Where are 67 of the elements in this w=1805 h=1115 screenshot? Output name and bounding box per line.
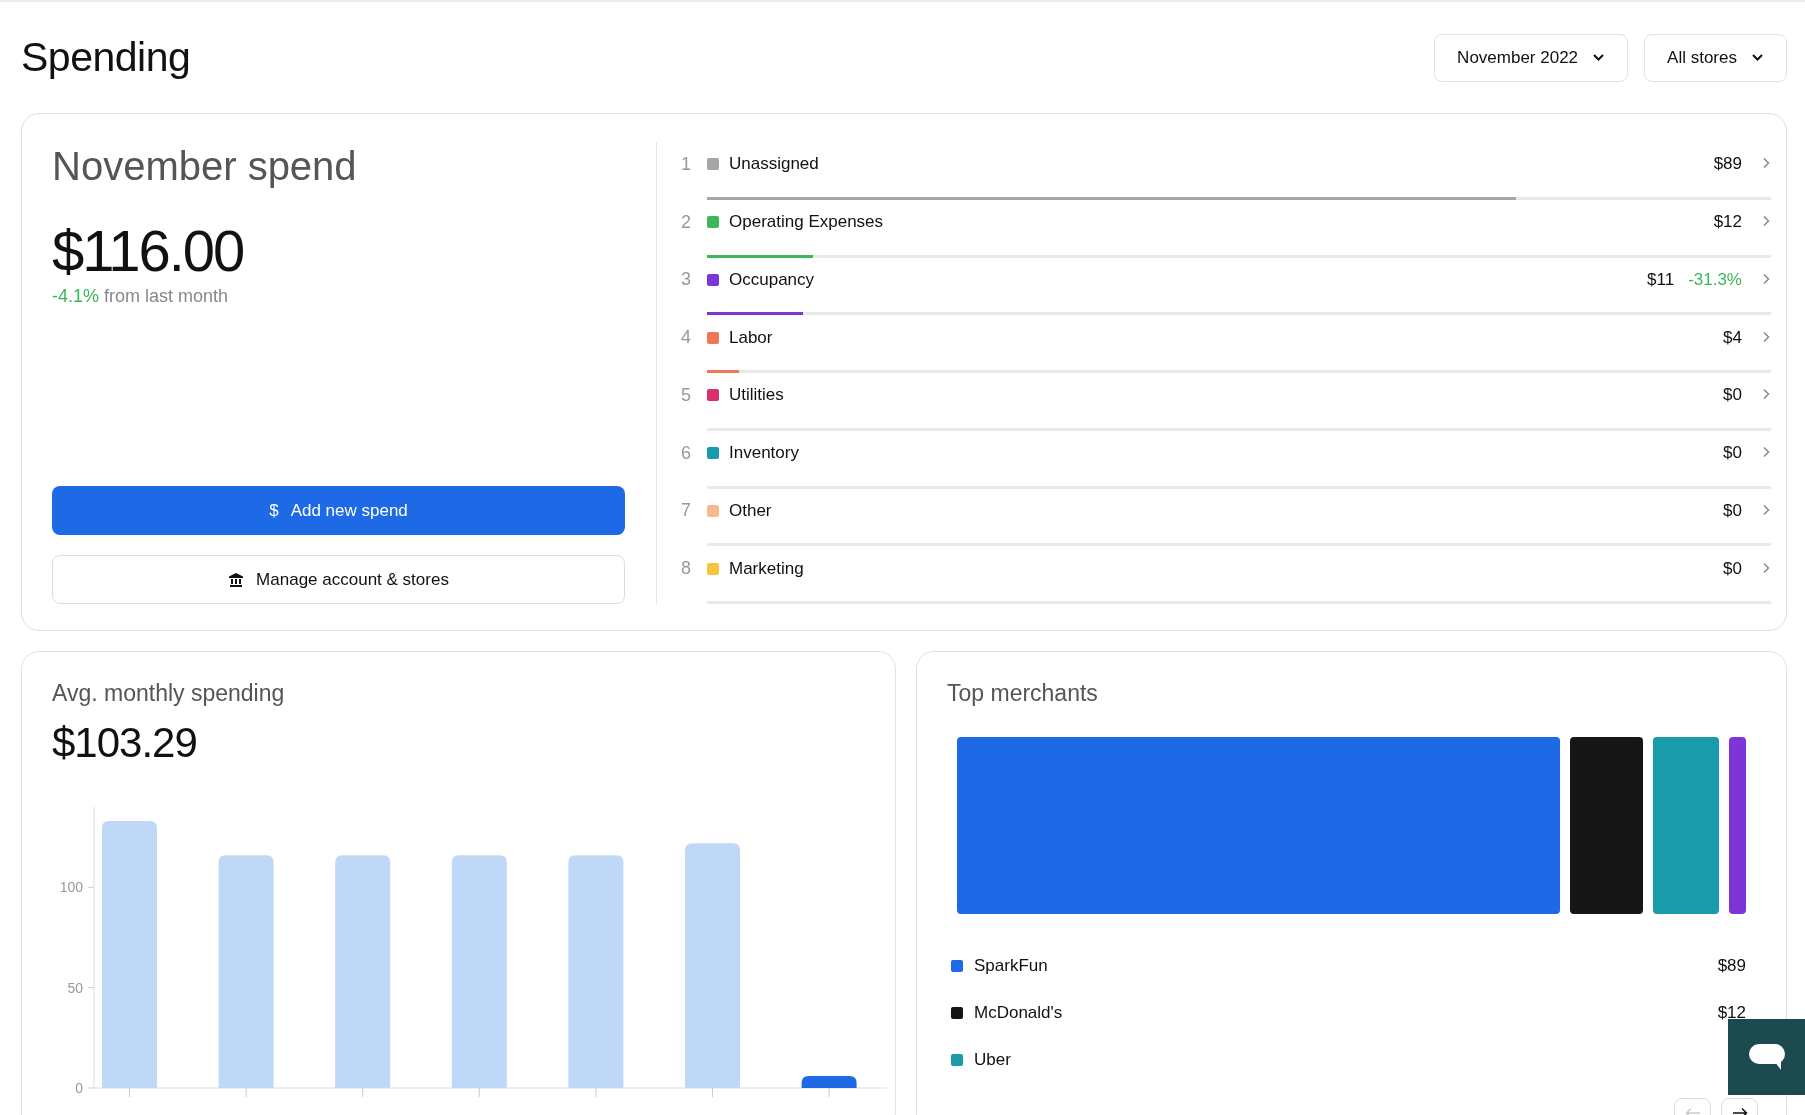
merchant-amount: $12	[1717, 1002, 1746, 1023]
rank-number: 6	[681, 441, 692, 465]
card-title: November spend	[52, 144, 358, 189]
merchant-name: Uber	[974, 1049, 1011, 1070]
category-amount: $11	[1647, 269, 1675, 290]
chevron-icon	[1762, 561, 1771, 574]
filter-dropdown[interactable]: November 2022	[1434, 33, 1629, 82]
category-change: -31.3%	[1688, 269, 1742, 290]
page-title: Spending	[21, 34, 191, 81]
axis-label: 100	[59, 879, 83, 896]
rank-number: 2	[681, 210, 692, 234]
category-name: Operating Expenses	[729, 212, 884, 233]
chevron-icon	[1762, 157, 1771, 170]
change-note: -4.1% from last month	[52, 286, 230, 307]
merchant-name: SparkFun	[974, 955, 1048, 976]
card-title: Avg. monthly spending	[52, 680, 286, 707]
rank-number: 5	[681, 383, 692, 407]
category-name: Utilities	[729, 385, 784, 406]
category-amount: $4	[1723, 327, 1742, 348]
category-row[interactable]: Inventory $0	[707, 430, 1771, 486]
category-row[interactable]: Unassigned $89	[707, 142, 1771, 197]
category-row[interactable]: Labor $4	[707, 315, 1771, 370]
rank-number: 4	[681, 326, 692, 350]
category-row[interactable]: Marketing $0	[707, 546, 1771, 601]
category-row[interactable]: Utilities $0	[707, 373, 1771, 428]
category-amount: $0	[1723, 443, 1742, 464]
category-name: Other	[729, 500, 772, 521]
category-row[interactable]: Operating Expenses $12	[707, 199, 1771, 255]
chevron-down-icon	[1592, 53, 1606, 62]
category-amount: $0	[1723, 558, 1742, 579]
chat-button[interactable]	[1728, 1019, 1805, 1095]
filter-dropdown[interactable]: All stores	[1644, 33, 1787, 82]
spend-amount: $116.00	[52, 217, 245, 284]
category-row[interactable]: Occupancy $11 -31.3%	[707, 257, 1771, 313]
chevron-icon	[1762, 330, 1771, 343]
category-amount: $0	[1723, 500, 1742, 521]
merchant-amount: $89	[1717, 955, 1746, 976]
add-spend-button[interactable]: $ Add new spend	[52, 486, 625, 535]
category-name: Inventory	[729, 443, 799, 464]
rank-number: 7	[681, 499, 692, 523]
avg-amount: $103.29	[52, 719, 198, 767]
chart-bar	[801, 1075, 857, 1088]
category-name: Unassigned	[729, 154, 819, 175]
chevron-down-icon	[1751, 53, 1764, 62]
category-amount: $89	[1713, 154, 1742, 175]
axis-label: 50	[67, 979, 83, 996]
category-amount: $12	[1713, 212, 1742, 233]
arrow-left-icon	[1684, 1107, 1701, 1115]
category-name: Marketing	[729, 558, 804, 579]
arrow-right-icon	[1731, 1107, 1748, 1115]
manage-button[interactable]: Manage account & stores	[52, 555, 625, 604]
rank-number: 1	[681, 152, 692, 176]
category-name: Occupancy	[729, 269, 815, 290]
rank-number: 8	[681, 557, 692, 581]
chevron-icon	[1762, 272, 1771, 285]
category-amount: $0	[1723, 385, 1742, 406]
rank-number: 3	[681, 268, 692, 292]
chevron-icon	[1762, 215, 1771, 228]
chevron-icon	[1762, 388, 1771, 401]
chevron-icon	[1762, 503, 1771, 516]
chevron-icon	[1762, 446, 1771, 459]
category-name: Labor	[729, 327, 773, 348]
card-title: Top merchants	[947, 680, 1099, 707]
merchant-name: McDonald's	[974, 1002, 1063, 1023]
bank-icon	[228, 571, 245, 588]
category-row[interactable]: Other $0	[707, 488, 1771, 544]
axis-label: 0	[75, 1080, 83, 1096]
